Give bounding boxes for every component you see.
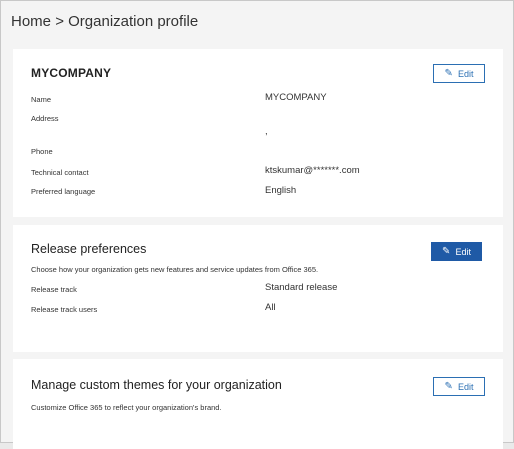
release-edit-button[interactable]: ✎ Edit [431,242,482,261]
phone-label: Phone [31,147,53,156]
technical-contact-value: ktskumar@*******.com [265,165,360,176]
organization-card: MYCOMPANY ✎ Edit Name MYCOMPANY Address … [13,49,503,217]
name-label: Name [31,95,52,104]
pencil-icon: ✎ [444,67,453,79]
name-value: MYCOMPANY [265,92,327,103]
themes-edit-button[interactable]: ✎ Edit [433,377,485,396]
release-track-users-label: Release track users [31,305,98,314]
release-preferences-card: Release preferences ✎ Edit Choose how yo… [13,225,503,352]
custom-themes-card: Manage custom themes for your organizati… [13,359,503,449]
organization-title: MYCOMPANY [31,66,112,80]
edit-label: Edit [455,246,471,257]
breadcrumb-home[interactable]: Home [11,13,51,30]
preferred-language-value: English [265,185,297,196]
organization-edit-button[interactable]: ✎ Edit [433,64,485,83]
technical-contact-label: Technical contact [31,168,89,177]
release-track-label: Release track [31,285,77,294]
breadcrumb: Home > Organization profile [11,13,198,30]
release-track-users-value: All [265,302,276,313]
release-preferences-title: Release preferences [31,242,147,256]
edit-label: Edit [457,381,474,392]
edit-label: Edit [457,68,474,79]
release-description: Choose how your organization gets new fe… [31,265,319,274]
breadcrumb-current: Organization profile [68,13,199,30]
custom-themes-title: Manage custom themes for your organizati… [31,378,282,392]
breadcrumb-separator: > [55,13,64,30]
pencil-icon: ✎ [442,245,451,257]
address-label: Address [31,114,59,123]
release-track-value: Standard release [265,282,338,293]
custom-themes-description: Customize Office 365 to reflect your org… [31,403,222,412]
preferred-language-label: Preferred language [31,187,96,196]
pencil-icon: ✎ [444,380,453,392]
page-frame: Home > Organization profile MYCOMPANY ✎ … [0,0,514,449]
address-value: , [265,126,268,137]
